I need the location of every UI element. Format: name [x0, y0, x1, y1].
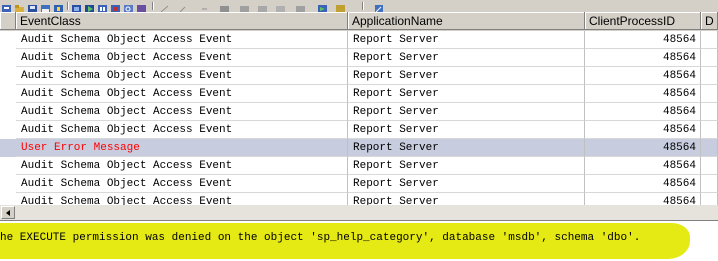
column-header-clientprocessid[interactable]: ClientProcessID: [585, 12, 701, 30]
table-row[interactable]: Audit Schema Object Access Event Report S…: [0, 49, 718, 67]
save-icon[interactable]: [28, 1, 38, 12]
trace-grid: EventClass ApplicationName ClientProcess…: [0, 12, 718, 205]
event-class-cell: Audit Schema Object Access Event: [16, 175, 348, 193]
application-name-cell: Report Server: [348, 85, 585, 103]
grid-header: EventClass ApplicationName ClientProcess…: [0, 12, 718, 31]
extra-column-cell: [701, 67, 718, 85]
client-process-id-cell: 48564: [585, 103, 701, 121]
event-class-cell: Audit Schema Object Access Event: [16, 49, 348, 67]
application-name-cell: Report Server: [348, 49, 585, 67]
client-process-id-cell: 48564: [585, 49, 701, 67]
event-class-cell: Audit Schema Object Access Event: [16, 67, 348, 85]
table-row[interactable]: Audit Schema Object Access Event Report S…: [0, 193, 718, 205]
table-row[interactable]: Audit Schema Object Access Event Report S…: [0, 103, 718, 121]
stop-icon[interactable]: [111, 1, 121, 12]
extra-column-cell: [701, 85, 718, 103]
layout-icon[interactable]: [160, 1, 170, 12]
new-trace-icon[interactable]: [2, 1, 12, 12]
event-class-cell: User Error Message: [16, 139, 348, 157]
split-view-icon[interactable]: [258, 1, 268, 12]
client-process-id-cell: 48564: [585, 157, 701, 175]
event-class-cell: Audit Schema Object Access Event: [16, 157, 348, 175]
extra-column-cell: [701, 103, 718, 121]
event-detail-pane: he EXECUTE permission was denied on the …: [0, 220, 718, 261]
application-name-cell: Report Server: [348, 157, 585, 175]
extra-column-cell: [701, 157, 718, 175]
application-name-cell: Report Server: [348, 175, 585, 193]
list-view-icon[interactable]: [276, 1, 286, 12]
column-header-eventclass[interactable]: EventClass: [16, 12, 348, 30]
client-process-id-cell: 48564: [585, 31, 701, 49]
table-row[interactable]: User Error Message Report Server 48564: [0, 139, 718, 157]
event-class-cell: Audit Schema Object Access Event: [16, 121, 348, 139]
application-name-cell: Report Server: [348, 121, 585, 139]
application-name-cell: Report Server: [348, 31, 585, 49]
table-row[interactable]: Audit Schema Object Access Event Report S…: [0, 175, 718, 193]
column-header-applicationname[interactable]: ApplicationName: [348, 12, 585, 30]
extra-column-cell: [701, 121, 718, 139]
client-process-id-cell: 48564: [585, 193, 701, 205]
column-header-d[interactable]: D: [701, 12, 718, 30]
columns-icon[interactable]: [178, 1, 188, 12]
extra-column-cell: [701, 175, 718, 193]
extra-column-cell: [701, 49, 718, 67]
table-row[interactable]: Audit Schema Object Access Event Report S…: [0, 85, 718, 103]
properties-icon[interactable]: [41, 1, 51, 12]
client-process-id-cell: 48564: [585, 85, 701, 103]
application-name-cell: Report Server: [348, 193, 585, 205]
event-class-cell: Audit Schema Object Access Event: [16, 85, 348, 103]
client-process-id-cell: 48564: [585, 139, 701, 157]
extra-column-cell: [701, 31, 718, 49]
arrow-left-icon: [6, 210, 10, 216]
client-process-id-cell: 48564: [585, 175, 701, 193]
table-row[interactable]: Audit Schema Object Access Event Report S…: [0, 121, 718, 139]
table-view-icon[interactable]: [296, 1, 306, 12]
bookmark-icon[interactable]: [336, 1, 346, 12]
find-icon[interactable]: [124, 1, 134, 12]
export-icon[interactable]: [318, 1, 328, 12]
extra-column-cell: [701, 193, 718, 205]
row-selector-header: [0, 12, 16, 30]
event-class-cell: Audit Schema Object Access Event: [16, 103, 348, 121]
help-icon[interactable]: [374, 1, 384, 12]
table-row[interactable]: Audit Schema Object Access Event Report S…: [0, 157, 718, 175]
event-class-cell: Audit Schema Object Access Event: [16, 193, 348, 205]
event-detail-text: he EXECUTE permission was denied on the …: [0, 232, 641, 244]
clear-icon[interactable]: [72, 1, 82, 12]
application-name-cell: Report Server: [348, 67, 585, 85]
grid-view-icon[interactable]: [220, 1, 230, 12]
scroll-left-button[interactable]: [1, 206, 15, 219]
event-class-cell: Audit Schema Object Access Event: [16, 31, 348, 49]
application-name-cell: Report Server: [348, 139, 585, 157]
window-icon[interactable]: [137, 1, 147, 12]
run-icon[interactable]: [85, 1, 95, 12]
pause-icon[interactable]: [98, 1, 108, 12]
client-process-id-cell: 48564: [585, 121, 701, 139]
filter-icon[interactable]: [200, 1, 210, 10]
extra-column-cell: [701, 139, 718, 157]
template-icon[interactable]: [54, 1, 64, 12]
client-process-id-cell: 48564: [585, 67, 701, 85]
horizontal-scrollbar[interactable]: [0, 205, 718, 220]
table-row[interactable]: Audit Schema Object Access Event Report S…: [0, 67, 718, 85]
pane-view-icon[interactable]: [240, 1, 250, 12]
table-row[interactable]: Audit Schema Object Access Event Report S…: [0, 31, 718, 49]
application-name-cell: Report Server: [348, 103, 585, 121]
open-icon[interactable]: [15, 1, 25, 12]
